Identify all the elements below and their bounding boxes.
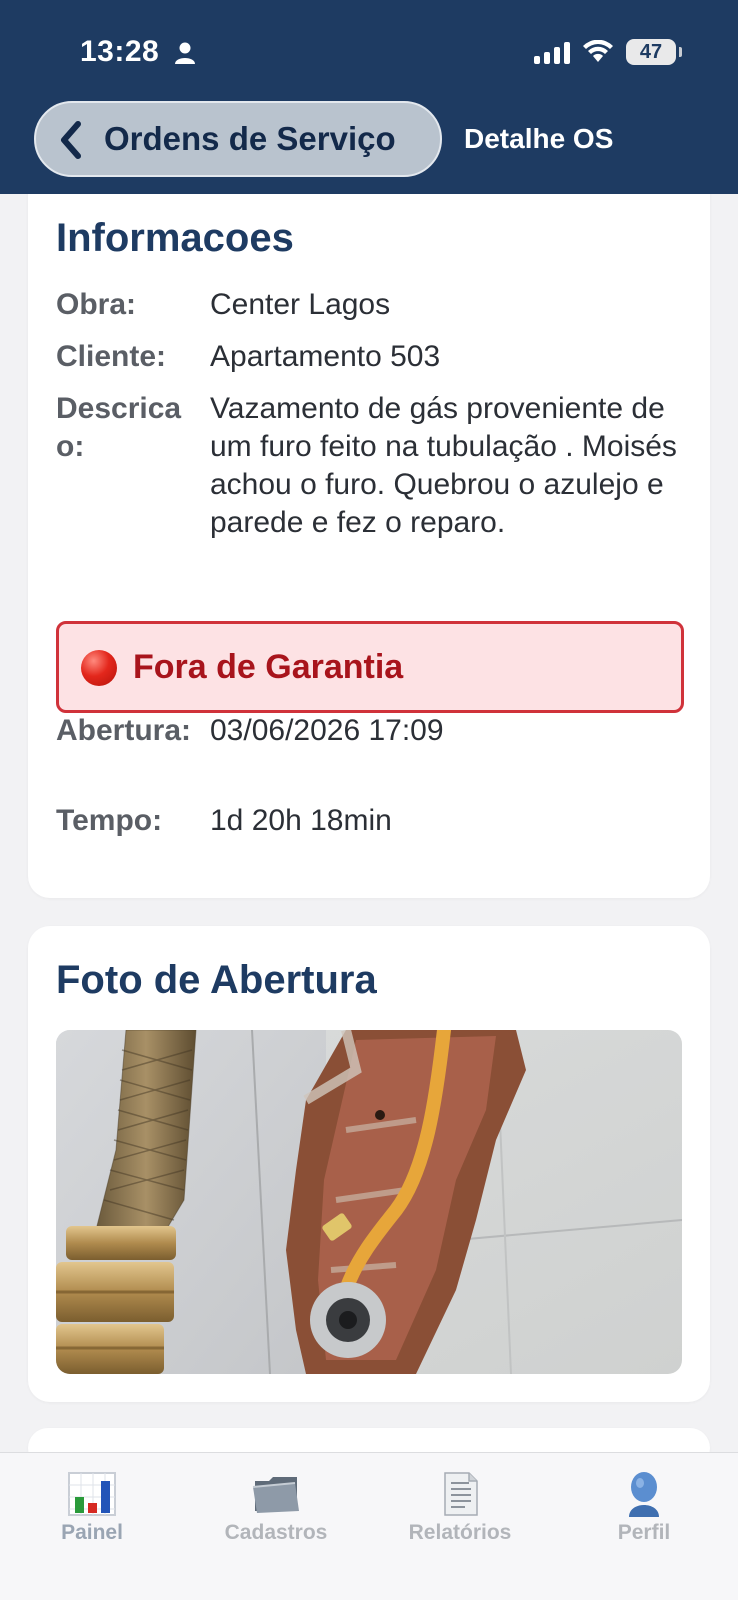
folder-icon	[252, 1477, 299, 1513]
battery-icon: 47	[626, 39, 682, 65]
info-card: Informacoes Obra: Center Lagos Cliente: …	[28, 170, 710, 898]
photo-card-title: Foto de Abertura	[56, 958, 377, 1002]
tab-painel-label: Painel	[61, 1521, 123, 1544]
back-button[interactable]: Ordens de Serviço	[34, 101, 442, 177]
warranty-status-label: Fora de Garantia	[133, 648, 404, 686]
status-bar: 13:28 47	[0, 30, 738, 74]
status-time: 13:28	[80, 35, 160, 68]
opening-photo[interactable]	[56, 1030, 682, 1374]
status-indicators: 47	[534, 36, 682, 68]
tab-bar: Painel Cadastros Relatórios Perfil	[0, 1452, 738, 1600]
descricao-value: Vazamento de gás proveniente de um furo …	[210, 392, 677, 539]
obra-label: Obra:	[56, 288, 137, 321]
warranty-status-banner: Fora de Garantia	[56, 621, 684, 713]
page-title: Detalhe OS	[464, 123, 614, 154]
cliente-label: Cliente:	[56, 340, 167, 373]
signal-icon	[534, 40, 570, 64]
document-icon	[444, 1472, 478, 1516]
photo-card: Foto de Abertura	[28, 926, 710, 1402]
tab-cadastros-label: Cadastros	[224, 1521, 328, 1544]
tempo-value: 1d 20h 18min	[210, 804, 392, 837]
cliente-value: Apartamento 503	[210, 340, 441, 373]
pipe-leak-photo	[56, 1030, 682, 1374]
descricao-label: Descricao:	[56, 392, 182, 463]
tab-cadastros[interactable]: Cadastros	[201, 1471, 351, 1561]
tempo-label: Tempo:	[56, 804, 163, 837]
person-icon	[175, 42, 195, 64]
person-icon	[629, 1472, 659, 1517]
info-card-title: Informacoes	[56, 216, 294, 260]
wifi-icon	[583, 40, 613, 62]
tab-perfil-label: Perfil	[617, 1521, 671, 1544]
abertura-label: Abertura:	[56, 714, 192, 747]
back-button-label: Ordens de Serviço	[104, 120, 396, 157]
tab-perfil[interactable]: Perfil	[569, 1471, 719, 1561]
tab-painel[interactable]: Painel	[17, 1471, 167, 1561]
tab-relatorios-label: Relatórios	[408, 1521, 512, 1544]
chevron-left-icon	[61, 121, 81, 159]
obra-value: Center Lagos	[210, 288, 391, 321]
abertura-value: 03/06/2026 17:09	[210, 714, 444, 747]
app-header: 13:28 47 Ordens de Serviço Detalhe OS	[0, 0, 738, 194]
tab-relatorios[interactable]: Relatórios	[385, 1471, 535, 1561]
red-circle-icon	[81, 650, 117, 686]
chart-icon	[68, 1472, 116, 1516]
